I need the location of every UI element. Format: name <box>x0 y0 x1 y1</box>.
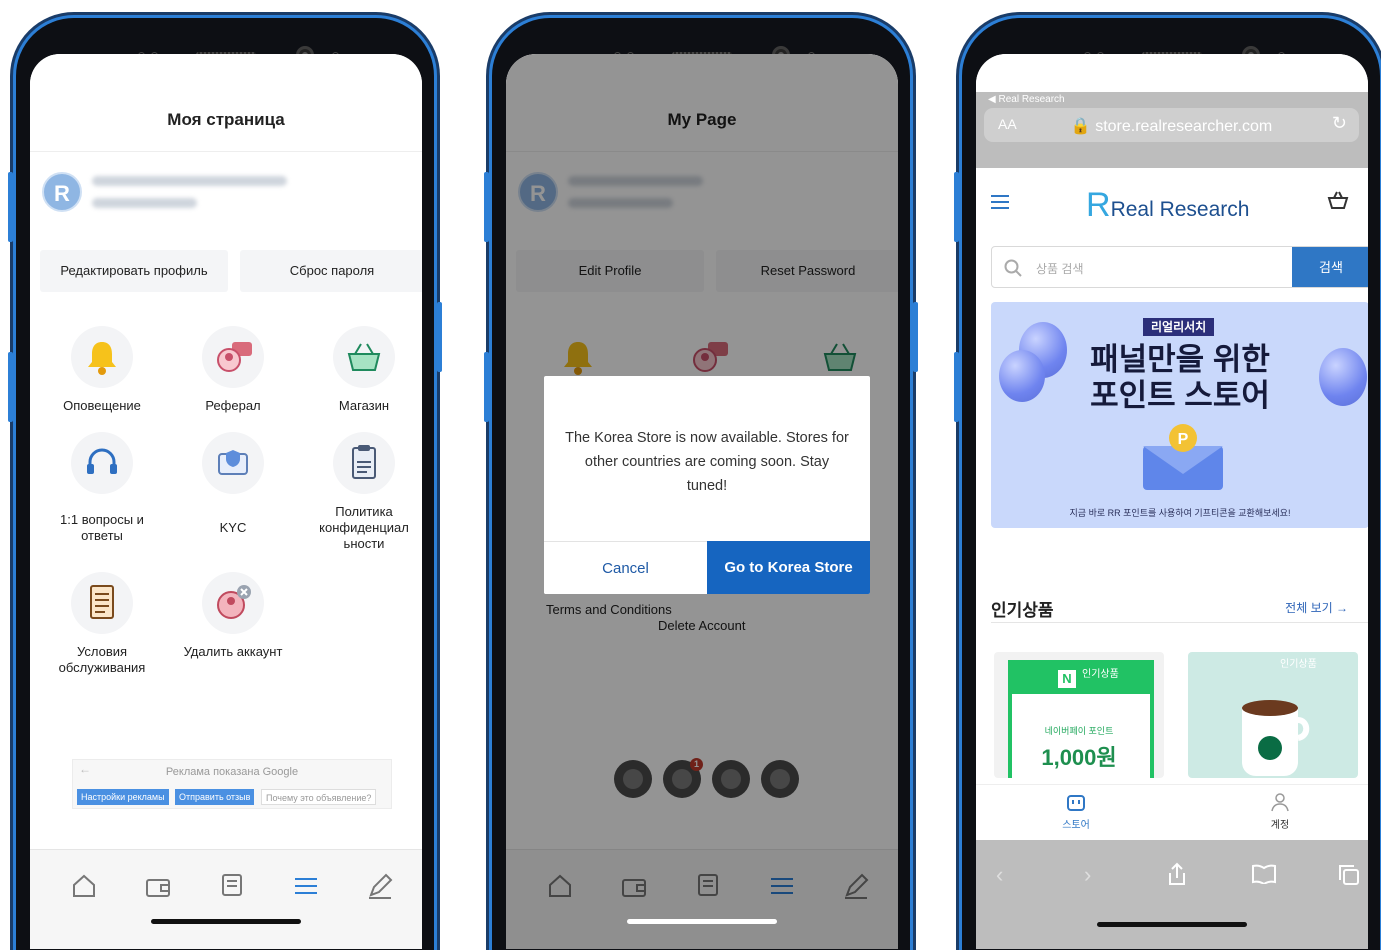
promo-banner[interactable]: 리얼리서치 패널만을 위한 포인트 스토어 P 지금 바로 RR 포인트를 사용… <box>991 302 1368 528</box>
menu-icon[interactable] <box>292 872 320 900</box>
popular-badge: 인기상품 <box>1082 669 1119 680</box>
delete-user-icon <box>202 572 264 634</box>
store-icon <box>1067 795 1085 811</box>
bookmarks-icon[interactable] <box>1251 864 1277 884</box>
screen-safari-store: ◀ Real Research AA 🔒 store.realresearche… <box>976 54 1368 949</box>
ad-settings-button[interactable]: Настройки рекламы <box>77 789 169 805</box>
google-ad-notice: ← Реклама показана Google Настройки рекл… <box>72 759 392 809</box>
ad-feedback-button[interactable]: Отправить отзыв <box>175 789 255 805</box>
menu-item-terms[interactable]: Условия обслуживания <box>42 572 162 676</box>
reset-password-button[interactable]: Сброс пароля <box>240 250 422 292</box>
reload-icon[interactable]: ↻ <box>1332 113 1347 134</box>
survey-icon[interactable] <box>218 872 246 900</box>
document-icon <box>71 572 133 634</box>
store-tab-bar: 스토어 계정 <box>976 784 1368 840</box>
tab-account[interactable]: 계정 <box>1250 791 1310 831</box>
product-card-naverpay[interactable]: 인기상품 N 네이버페이 포인트 1,000원 <box>994 652 1164 778</box>
search-button[interactable]: 검색 <box>1292 247 1368 287</box>
banner-subtext: 지금 바로 RR 포인트를 사용하여 기프티콘을 교환해보세요! <box>1069 508 1291 518</box>
svg-text:P: P <box>1178 431 1189 448</box>
menu-item-qa[interactable]: 1:1 вопросы и ответы <box>42 432 162 544</box>
phone-frame-2: My Page R Edit Profile Reset Password Te… <box>484 12 918 950</box>
banner-headline: 패널만을 위한 포인트 스토어 <box>1090 342 1270 413</box>
edit-profile-button[interactable]: Редактировать профиль <box>40 250 228 292</box>
home-indicator <box>627 919 777 924</box>
product-search: 상품 검색 검색 <box>991 246 1368 288</box>
banner-tag: 리얼리서치 <box>1143 318 1215 336</box>
envelope-coin-icon: P <box>1143 424 1223 490</box>
search-icon <box>1004 259 1022 277</box>
product-card-coffee[interactable]: 인기상품 <box>1188 652 1358 778</box>
menu-item-privacy[interactable]: Политика конфиденциал ьности <box>304 432 422 552</box>
tabs-icon[interactable] <box>1338 864 1360 886</box>
url-field[interactable]: AA 🔒 store.realresearcher.com ↻ <box>984 108 1359 142</box>
share-icon[interactable] <box>1166 862 1188 886</box>
product-name: 네이버페이 포인트 <box>1044 726 1114 736</box>
header: Моя страница <box>30 54 422 152</box>
menu-item-referral[interactable]: Реферал <box>173 326 293 414</box>
profile-row: R <box>30 166 422 226</box>
id-card-icon <box>202 432 264 494</box>
page-title: Моя страница <box>167 110 285 129</box>
safari-address-bar: ◀ Real Research AA 🔒 store.realresearche… <box>976 92 1368 168</box>
screen-my-page-en: My Page R Edit Profile Reset Password Te… <box>506 54 898 949</box>
search-input[interactable]: 상품 검색 <box>1036 260 1084 277</box>
referral-icon <box>202 326 264 388</box>
bottom-nav <box>30 849 422 949</box>
phone-blurred <box>92 198 197 208</box>
product-price: 1,000원 <box>1041 745 1117 770</box>
menu-item-kyc[interactable]: KYC <box>173 432 293 536</box>
menu-item-delete-account[interactable]: Удалить аккаунт <box>173 572 293 660</box>
clipboard-icon <box>333 432 395 494</box>
go-to-korea-store-button[interactable]: Go to Korea Store <box>707 541 870 594</box>
menu-item-shop[interactable]: Магазин <box>304 326 422 414</box>
popular-badge: 인기상품 <box>1280 659 1317 670</box>
store-header: RReal Research <box>976 168 1368 236</box>
tab-store[interactable]: 스토어 <box>1046 791 1106 831</box>
home-icon[interactable] <box>70 872 98 900</box>
bell-icon <box>71 326 133 388</box>
screen-my-page-ru: Моя страница R Редактировать профиль Сбр… <box>30 54 422 949</box>
home-indicator <box>151 919 301 924</box>
naver-logo-icon: N <box>1058 670 1076 688</box>
korea-store-dialog: The Korea Store is now available. Stores… <box>544 376 870 594</box>
menu-item-notifications[interactable]: Оповещение <box>42 326 162 414</box>
coffee-cup-icon <box>1242 700 1310 776</box>
popular-products-title: 인기상품 <box>991 601 1054 620</box>
back-icon[interactable]: ‹ <box>996 862 1003 888</box>
back-to-app-link[interactable]: ◀ Real Research <box>988 94 1065 105</box>
view-all-link[interactable]: 전체 보기 → <box>1285 599 1348 616</box>
home-indicator <box>1097 922 1247 927</box>
basket-icon[interactable] <box>1326 188 1350 212</box>
ad-why-button[interactable]: Почему это объявление? <box>261 789 377 805</box>
headset-icon <box>71 432 133 494</box>
real-research-logo: RReal Research <box>1086 186 1250 224</box>
email-blurred <box>92 176 287 186</box>
hamburger-icon[interactable] <box>990 194 1010 210</box>
safari-toolbar: ‹ › <box>976 840 1368 949</box>
basket-icon <box>333 326 395 388</box>
wallet-icon[interactable] <box>144 872 172 900</box>
phone-frame-3: ◀ Real Research AA 🔒 store.realresearche… <box>954 12 1381 950</box>
forward-icon[interactable]: › <box>1084 862 1091 888</box>
edit-icon[interactable] <box>366 872 394 900</box>
account-icon <box>1271 793 1289 812</box>
url-text: 🔒 store.realresearcher.com <box>1070 118 1273 135</box>
avatar: R <box>42 172 82 212</box>
dialog-message: The Korea Store is now available. Stores… <box>565 430 849 494</box>
phone-frame-1: Моя страница R Редактировать профиль Сбр… <box>8 12 442 950</box>
cancel-button[interactable]: Cancel <box>544 541 707 594</box>
